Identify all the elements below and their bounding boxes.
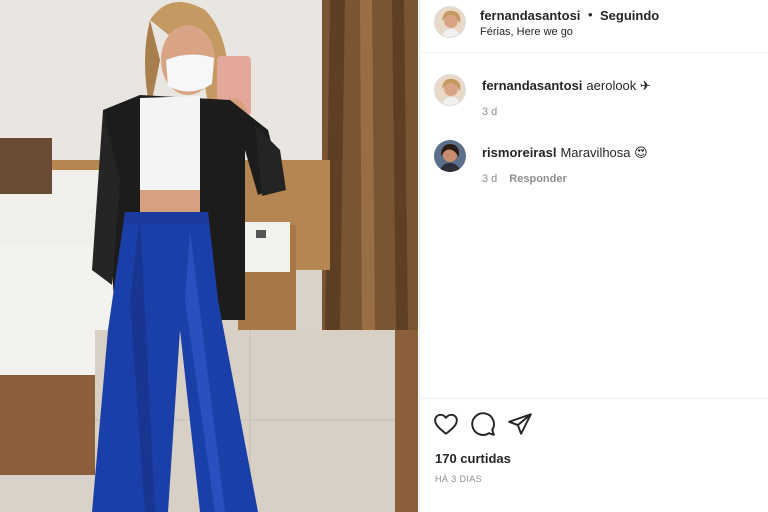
- comment-bubble-icon: [471, 412, 495, 436]
- caption-meta: 3 d: [482, 106, 497, 118]
- author-avatar[interactable]: [434, 6, 466, 38]
- commenter-avatar[interactable]: [434, 140, 466, 172]
- commenter-username[interactable]: rismoreirasl: [482, 145, 556, 160]
- post-location[interactable]: Férias, Here we go: [480, 26, 573, 38]
- reply-button[interactable]: Responder: [509, 173, 566, 185]
- mirror-selfie-image: [0, 0, 418, 512]
- post-timestamp[interactable]: HÁ 3 DIAS: [435, 474, 482, 484]
- post-photo[interactable]: [0, 0, 418, 512]
- comment-line: rismoreirasl Maravilhosa 😍: [482, 145, 648, 161]
- share-button[interactable]: [507, 411, 533, 437]
- commenter-avatar-image: [434, 140, 466, 172]
- header-separator: •: [588, 7, 593, 22]
- author-avatar-image: [435, 7, 465, 37]
- caption-username[interactable]: fernandasantosi: [482, 78, 582, 93]
- paper-plane-icon: [508, 413, 532, 435]
- comment-button[interactable]: [470, 411, 496, 437]
- post-header: fernandasantosi • Seguindo Férias, Here …: [420, 0, 768, 53]
- likes-count[interactable]: 170 curtidas: [435, 451, 511, 466]
- caption-avatar-image: [435, 75, 465, 105]
- caption-author-avatar[interactable]: [434, 74, 466, 106]
- post-actions: 170 curtidas HÁ 3 DIAS: [420, 398, 768, 512]
- author-username[interactable]: fernandasantosi: [480, 8, 580, 23]
- caption-text: aerolook ✈: [586, 78, 651, 93]
- like-button[interactable]: [433, 411, 459, 437]
- post-side-panel: fernandasantosi • Seguindo Férias, Here …: [419, 0, 768, 512]
- heart-icon: [434, 413, 458, 435]
- caption-line: fernandasantosi aerolook ✈: [482, 78, 651, 94]
- comment-meta: 3 d Responder: [482, 173, 567, 185]
- caption-age[interactable]: 3 d: [482, 106, 497, 118]
- comment-age[interactable]: 3 d: [482, 173, 497, 185]
- following-button[interactable]: Seguindo: [600, 8, 659, 23]
- comment-text: Maravilhosa 😍: [560, 145, 648, 160]
